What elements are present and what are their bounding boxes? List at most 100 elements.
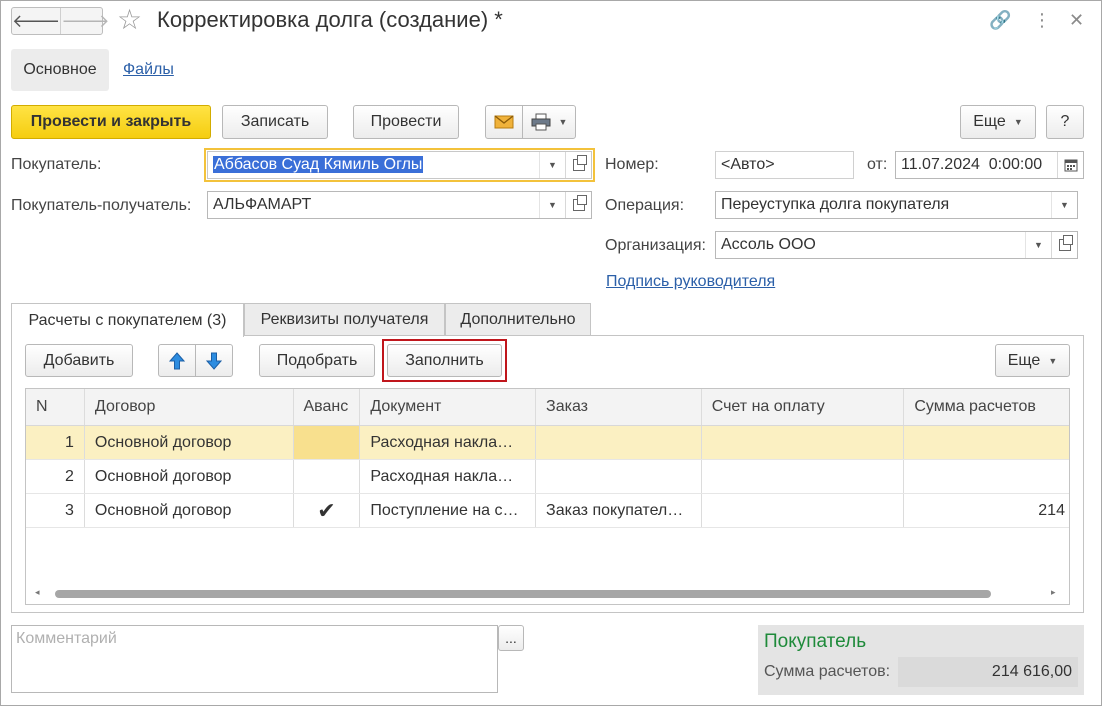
- add-row-button[interactable]: Добавить: [25, 344, 133, 377]
- number-field[interactable]: <Авто>: [715, 151, 854, 179]
- date-value[interactable]: 11.07.2024 0:00:00: [896, 156, 1057, 174]
- receiver-value[interactable]: АЛЬФАМАРТ: [208, 196, 539, 214]
- operation-dropdown-button[interactable]: ▼: [1051, 192, 1077, 218]
- cell-invoice: [702, 494, 905, 527]
- comment-expand-button[interactable]: ...: [498, 625, 524, 651]
- settlements-table[interactable]: N Договор Аванс Документ Заказ Счет на о…: [25, 388, 1070, 605]
- tab-main[interactable]: Основное: [11, 49, 109, 91]
- calendar-button[interactable]: [1057, 152, 1083, 178]
- more-vertical-icon[interactable]: ⋮: [1033, 9, 1051, 31]
- post-and-close-button[interactable]: Провести и закрыть: [11, 105, 211, 139]
- scroll-right-icon[interactable]: ▸: [1051, 587, 1056, 598]
- number-placeholder: <Авто>: [721, 156, 775, 173]
- buyer-dropdown-button[interactable]: ▼: [539, 152, 565, 178]
- close-icon[interactable]: ✕: [1069, 9, 1084, 31]
- tab-receiver-details[interactable]: Реквизиты получателя: [244, 303, 445, 336]
- cell-n: 1: [26, 426, 85, 459]
- comment-placeholder: Комментарий: [16, 630, 117, 647]
- cell-sum: 214: [1038, 501, 1065, 519]
- buyer-value: Аббасов Суад Кямиль Оглы: [213, 156, 424, 173]
- cell-order: [536, 460, 702, 493]
- tab-buyer-settlements[interactable]: Расчеты с покупателем (3): [11, 303, 244, 337]
- cell-sum: [904, 426, 1069, 459]
- scroll-left-icon[interactable]: ◂: [35, 587, 40, 598]
- operation-field[interactable]: Переуступка долга покупателя ▼: [715, 191, 1078, 219]
- buyer-field[interactable]: Аббасов Суад Кямиль Оглы ▼: [207, 151, 592, 179]
- organization-value[interactable]: Ассоль ООО: [716, 236, 1025, 254]
- favorite-star-icon[interactable]: ☆: [117, 5, 142, 35]
- move-up-button[interactable]: [158, 344, 196, 377]
- organization-field[interactable]: Ассоль ООО ▼: [715, 231, 1078, 259]
- cell-document: Расходная накла…: [360, 460, 537, 493]
- forward-button[interactable]: 🡒: [60, 8, 110, 34]
- organization-label: Организация:: [605, 237, 706, 254]
- col-order[interactable]: Заказ: [536, 389, 702, 425]
- table-row[interactable]: 3 Основной договор ✔ Поступление на с… З…: [26, 494, 1069, 528]
- date-label: от:: [867, 156, 888, 173]
- tab-files[interactable]: Файлы: [123, 61, 174, 79]
- col-advance[interactable]: Аванс: [294, 389, 361, 425]
- operation-value[interactable]: Переуступка долга покупателя: [716, 196, 1051, 214]
- printer-icon: [531, 113, 551, 131]
- cell-document: Расходная накла…: [360, 426, 537, 459]
- organization-dropdown-button[interactable]: ▼: [1025, 232, 1051, 258]
- receiver-label: Покупатель-получатель:: [11, 197, 192, 214]
- summary-label: Сумма расчетов:: [764, 663, 891, 680]
- more-button[interactable]: Еще ▼: [960, 105, 1036, 139]
- cell-document: Поступление на с…: [360, 494, 537, 527]
- table-more-label: Еще: [1007, 351, 1041, 369]
- signature-link[interactable]: Подпись руководителя: [606, 273, 775, 291]
- fill-button[interactable]: Заполнить: [387, 344, 502, 377]
- chevron-down-icon: ▼: [1013, 117, 1023, 127]
- col-document[interactable]: Документ: [360, 389, 537, 425]
- col-n[interactable]: N: [26, 389, 85, 425]
- col-sum[interactable]: Сумма расчетов: [904, 389, 1069, 425]
- document-window: 🡐 🡒 ☆ Корректировка долга (создание) * 🔗…: [0, 0, 1102, 706]
- pick-button[interactable]: Подобрать: [259, 344, 375, 377]
- buyer-input[interactable]: Аббасов Суад Кямиль Оглы: [208, 156, 539, 174]
- table-row[interactable]: 1 Основной договор Расходная накла…: [26, 426, 1069, 460]
- receiver-dropdown-button[interactable]: ▼: [539, 192, 565, 218]
- help-button[interactable]: ?: [1046, 105, 1084, 139]
- open-form-icon: [572, 155, 587, 171]
- table-more-button[interactable]: Еще ▼: [995, 344, 1070, 377]
- cell-invoice: [702, 460, 905, 493]
- date-field[interactable]: 11.07.2024 0:00:00: [895, 151, 1084, 179]
- save-button[interactable]: Записать: [222, 105, 328, 139]
- horizontal-scrollbar[interactable]: ◂ ▸: [25, 585, 1070, 603]
- receiver-open-button[interactable]: [565, 192, 591, 218]
- summary-title: Покупатель: [764, 631, 867, 652]
- comment-field[interactable]: Комментарий: [11, 625, 498, 693]
- cell-advance[interactable]: [293, 426, 361, 459]
- arrow-up-icon: [169, 351, 185, 369]
- summary-value: 214 616,00: [898, 657, 1078, 687]
- arrow-left-icon: 🡐: [12, 10, 61, 31]
- cell-contract: Основной договор: [85, 460, 294, 493]
- checkmark-icon[interactable]: ✔: [294, 494, 361, 527]
- organization-open-button[interactable]: [1051, 232, 1077, 258]
- email-button[interactable]: [485, 105, 523, 139]
- print-button[interactable]: ▼: [522, 105, 576, 139]
- open-form-icon: [572, 195, 587, 211]
- arrow-right-icon: 🡒: [61, 10, 110, 31]
- buyer-open-button[interactable]: [565, 152, 591, 178]
- open-form-icon: [1058, 235, 1073, 251]
- scrollbar-thumb[interactable]: [55, 590, 991, 598]
- cell-contract: Основной договор: [85, 494, 294, 527]
- cell-order: [536, 426, 702, 459]
- move-down-button[interactable]: [195, 344, 233, 377]
- receiver-field[interactable]: АЛЬФАМАРТ ▼: [207, 191, 592, 219]
- nav-buttons: 🡐 🡒: [11, 7, 110, 35]
- col-invoice[interactable]: Счет на оплату: [702, 389, 905, 425]
- col-contract[interactable]: Договор: [85, 389, 294, 425]
- back-button[interactable]: 🡐: [12, 8, 60, 34]
- cell-sum: [904, 460, 1069, 493]
- link-icon[interactable]: 🔗: [989, 9, 1011, 31]
- cell-order: Заказ покупател…: [536, 494, 702, 527]
- cell-advance[interactable]: [294, 460, 361, 493]
- post-button[interactable]: Провести: [353, 105, 459, 139]
- more-button-label: Еще: [973, 113, 1006, 130]
- table-row[interactable]: 2 Основной договор Расходная накла…: [26, 460, 1069, 494]
- cell-contract: Основной договор: [85, 426, 294, 459]
- tab-additional[interactable]: Дополнительно: [445, 303, 591, 336]
